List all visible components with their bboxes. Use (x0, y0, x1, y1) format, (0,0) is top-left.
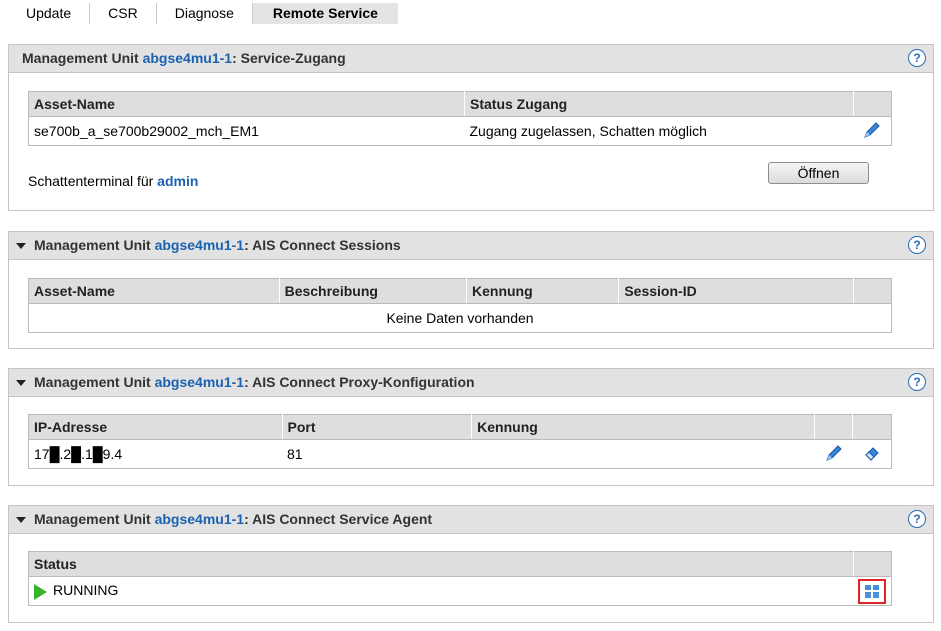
col-status[interactable]: Status (28, 551, 854, 577)
title-prefix: Management Unit (22, 50, 143, 66)
table-header-row: Asset-Name Beschreibung Kennung Session-… (28, 278, 892, 304)
sessions-table: Asset-Name Beschreibung Kennung Session-… (28, 278, 892, 333)
help-icon[interactable]: ? (908, 236, 926, 254)
col-edit (814, 414, 854, 440)
table-row: se700b_a_se700b29002_mch_EM1 Zugang zuge… (28, 116, 892, 146)
unit-link[interactable]: abgse4mu1-1 (143, 50, 232, 66)
panel-header: Management Unit abgse4mu1-1: Service-Zug… (9, 45, 933, 73)
title-suffix: : AIS Connect Proxy-Konfiguration (244, 374, 475, 390)
tab-bar: Update CSR Diagnose Remote Service (8, 3, 398, 25)
panel-title: Management Unit abgse4mu1-1: AIS Connect… (34, 506, 432, 533)
panel-title: Management Unit abgse4mu1-1: AIS Connect… (34, 369, 475, 396)
asset-name-cell: se700b_a_se700b29002_mch_EM1 (28, 116, 465, 146)
col-asset-name[interactable]: Asset-Name (28, 278, 280, 304)
proxy-table: IP-Adresse Port Kennung 17█.2█.1█9.4 81 (28, 414, 892, 469)
port-cell: 81 (282, 439, 472, 469)
tab-diagnose[interactable]: Diagnose (157, 3, 253, 24)
unit-link[interactable]: abgse4mu1-1 (155, 374, 244, 390)
shadow-label-text: Schattenterminal für (28, 173, 158, 189)
title-suffix: : Service-Zugang (232, 50, 346, 66)
panel-header: Management Unit abgse4mu1-1: AIS Connect… (9, 369, 933, 397)
empty-message: Keine Daten vorhanden (28, 303, 892, 333)
sessions-panel: Management Unit abgse4mu1-1: AIS Connect… (8, 231, 934, 349)
col-actions (853, 551, 892, 577)
service-access-table: Asset-Name Status Zugang se700b_a_se700b… (28, 91, 892, 146)
ip-address-cell: 17█.2█.1█9.4 (28, 439, 283, 469)
panel-header: Management Unit abgse4mu1-1: AIS Connect… (9, 506, 933, 534)
col-status-zugang[interactable]: Status Zugang (464, 91, 854, 117)
col-ip-adresse[interactable]: IP-Adresse (28, 414, 283, 440)
running-arrow-icon (34, 583, 47, 600)
title-suffix: : AIS Connect Sessions (244, 237, 401, 253)
col-session-id[interactable]: Session-ID (618, 278, 854, 304)
status-cell: Zugang zugelassen, Schatten möglich (464, 116, 854, 146)
proxy-panel: Management Unit abgse4mu1-1: AIS Connect… (8, 368, 934, 486)
pencil-icon[interactable] (824, 443, 844, 466)
tab-update[interactable]: Update (8, 3, 91, 24)
table-row: 17█.2█.1█9.4 81 (28, 439, 892, 469)
panel-title: Management Unit abgse4mu1-1: AIS Connect… (34, 232, 401, 259)
title-prefix: Management Unit (34, 237, 155, 253)
unit-link[interactable]: abgse4mu1-1 (155, 511, 244, 527)
edit-cell (814, 439, 853, 469)
col-actions (853, 278, 892, 304)
col-delete (852, 414, 892, 440)
table-row: Keine Daten vorhanden (28, 303, 892, 333)
pencil-icon[interactable] (862, 120, 882, 143)
panel-header: Management Unit abgse4mu1-1: AIS Connect… (9, 232, 933, 260)
service-access-panel: Management Unit abgse4mu1-1: Service-Zug… (8, 44, 934, 211)
help-icon[interactable]: ? (908, 510, 926, 528)
kennung-cell (471, 439, 815, 469)
col-kennung[interactable]: Kennung (466, 278, 620, 304)
col-asset-name[interactable]: Asset-Name (28, 91, 465, 117)
tab-csr[interactable]: CSR (90, 3, 157, 24)
collapse-arrow-icon[interactable] (16, 517, 26, 523)
tab-remote-service[interactable]: Remote Service (252, 3, 398, 24)
eraser-icon[interactable] (862, 443, 882, 466)
shadow-user-link[interactable]: admin (157, 173, 198, 189)
collapse-arrow-icon[interactable] (16, 243, 26, 249)
delete-cell (852, 439, 892, 469)
table-header-row: IP-Adresse Port Kennung (28, 414, 892, 440)
col-kennung[interactable]: Kennung (471, 414, 815, 440)
table-row: RUNNING (28, 576, 892, 606)
agent-status-cell: RUNNING (28, 576, 854, 606)
col-port[interactable]: Port (282, 414, 473, 440)
actions-cell (853, 116, 892, 146)
title-prefix: Management Unit (34, 511, 155, 527)
col-actions (853, 91, 892, 117)
open-button[interactable]: Öffnen (768, 162, 869, 184)
table-header-row: Asset-Name Status Zugang (28, 91, 892, 117)
service-agent-panel: Management Unit abgse4mu1-1: AIS Connect… (8, 505, 934, 623)
collapse-arrow-icon[interactable] (16, 380, 26, 386)
agent-action-inner (865, 584, 880, 598)
title-prefix: Management Unit (34, 374, 155, 390)
col-beschreibung[interactable]: Beschreibung (279, 278, 468, 304)
help-icon[interactable]: ? (908, 49, 926, 67)
agent-table: Status RUNNING (28, 551, 892, 606)
unit-link[interactable]: abgse4mu1-1 (155, 237, 244, 253)
help-icon[interactable]: ? (908, 373, 926, 391)
agent-status-text: RUNNING (53, 582, 119, 599)
agent-action-icon[interactable] (858, 578, 887, 604)
actions-cell (853, 576, 892, 606)
panel-title: Management Unit abgse4mu1-1: Service-Zug… (22, 45, 346, 72)
shadow-terminal-label: Schattenterminal für admin (28, 173, 198, 189)
table-header-row: Status (28, 551, 892, 577)
title-suffix: : AIS Connect Service Agent (244, 511, 433, 527)
